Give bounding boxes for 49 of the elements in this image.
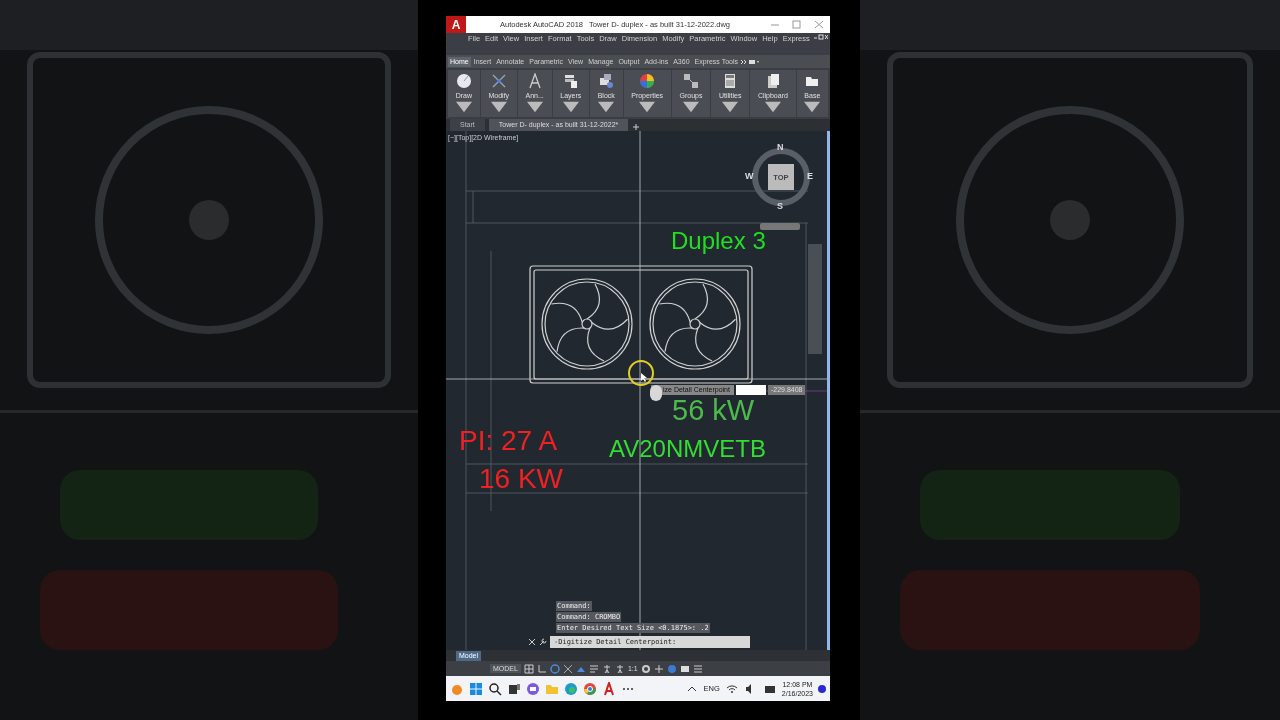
window-controls-icon[interactable] <box>814 34 828 41</box>
panel-icon <box>598 73 615 89</box>
dropdown-icon[interactable] <box>455 99 472 115</box>
drawing-text: 56 kW <box>672 396 755 425</box>
panel-icon <box>526 73 543 89</box>
notification-icon[interactable] <box>818 684 826 693</box>
wrench-icon[interactable] <box>539 638 547 646</box>
panel-icon <box>455 73 472 89</box>
panel-icon <box>562 73 579 89</box>
input-field[interactable] <box>735 385 766 395</box>
task-view-icon[interactable] <box>507 681 521 696</box>
dropdown-icon[interactable] <box>598 99 615 115</box>
ortho-icon[interactable] <box>536 663 547 674</box>
windows-icon[interactable] <box>469 681 483 696</box>
dropdown-icon[interactable] <box>683 99 700 115</box>
drawing-text: PI: 27 A <box>459 427 558 455</box>
autocad-icon[interactable] <box>602 681 616 696</box>
plus-icon[interactable] <box>653 663 664 674</box>
drawing-text: 16 KW <box>479 465 564 493</box>
figure-icon[interactable] <box>614 663 625 674</box>
close-icon[interactable] <box>528 638 536 646</box>
dropdown-icon[interactable] <box>764 99 781 115</box>
application-menu-button[interactable]: A <box>446 16 466 33</box>
annotation-icon[interactable] <box>588 663 599 674</box>
dropdown-icon[interactable] <box>804 99 821 115</box>
chat-icon[interactable] <box>526 681 540 696</box>
dropdown-icon[interactable] <box>562 99 579 115</box>
compass-label: N <box>777 142 784 152</box>
compass-label: E <box>807 171 813 181</box>
ribbon-options-icon[interactable] <box>741 58 761 65</box>
grid-icon[interactable] <box>523 663 534 674</box>
panel-icon <box>683 73 700 89</box>
panel-icon <box>490 73 507 89</box>
scroll-bar[interactable] <box>827 131 830 650</box>
cursor-icon <box>627 359 655 387</box>
dropdown-icon[interactable] <box>490 99 507 115</box>
drawing-text: Duplex 3 <box>671 229 766 253</box>
chrome-icon[interactable] <box>583 681 597 696</box>
compass-label: S <box>777 201 783 211</box>
drawing-text: AV20NMVETB <box>609 437 766 461</box>
dropdown-icon[interactable] <box>639 99 656 115</box>
mouse-icon <box>649 384 663 402</box>
search-icon[interactable] <box>488 681 502 696</box>
compass-label: W <box>745 171 754 181</box>
panel-icon <box>639 73 656 89</box>
new-tab-icon[interactable] <box>632 123 641 131</box>
figure-icon[interactable] <box>601 663 612 674</box>
dropdown-icon[interactable] <box>722 99 739 115</box>
dropdown-icon[interactable] <box>526 99 543 115</box>
